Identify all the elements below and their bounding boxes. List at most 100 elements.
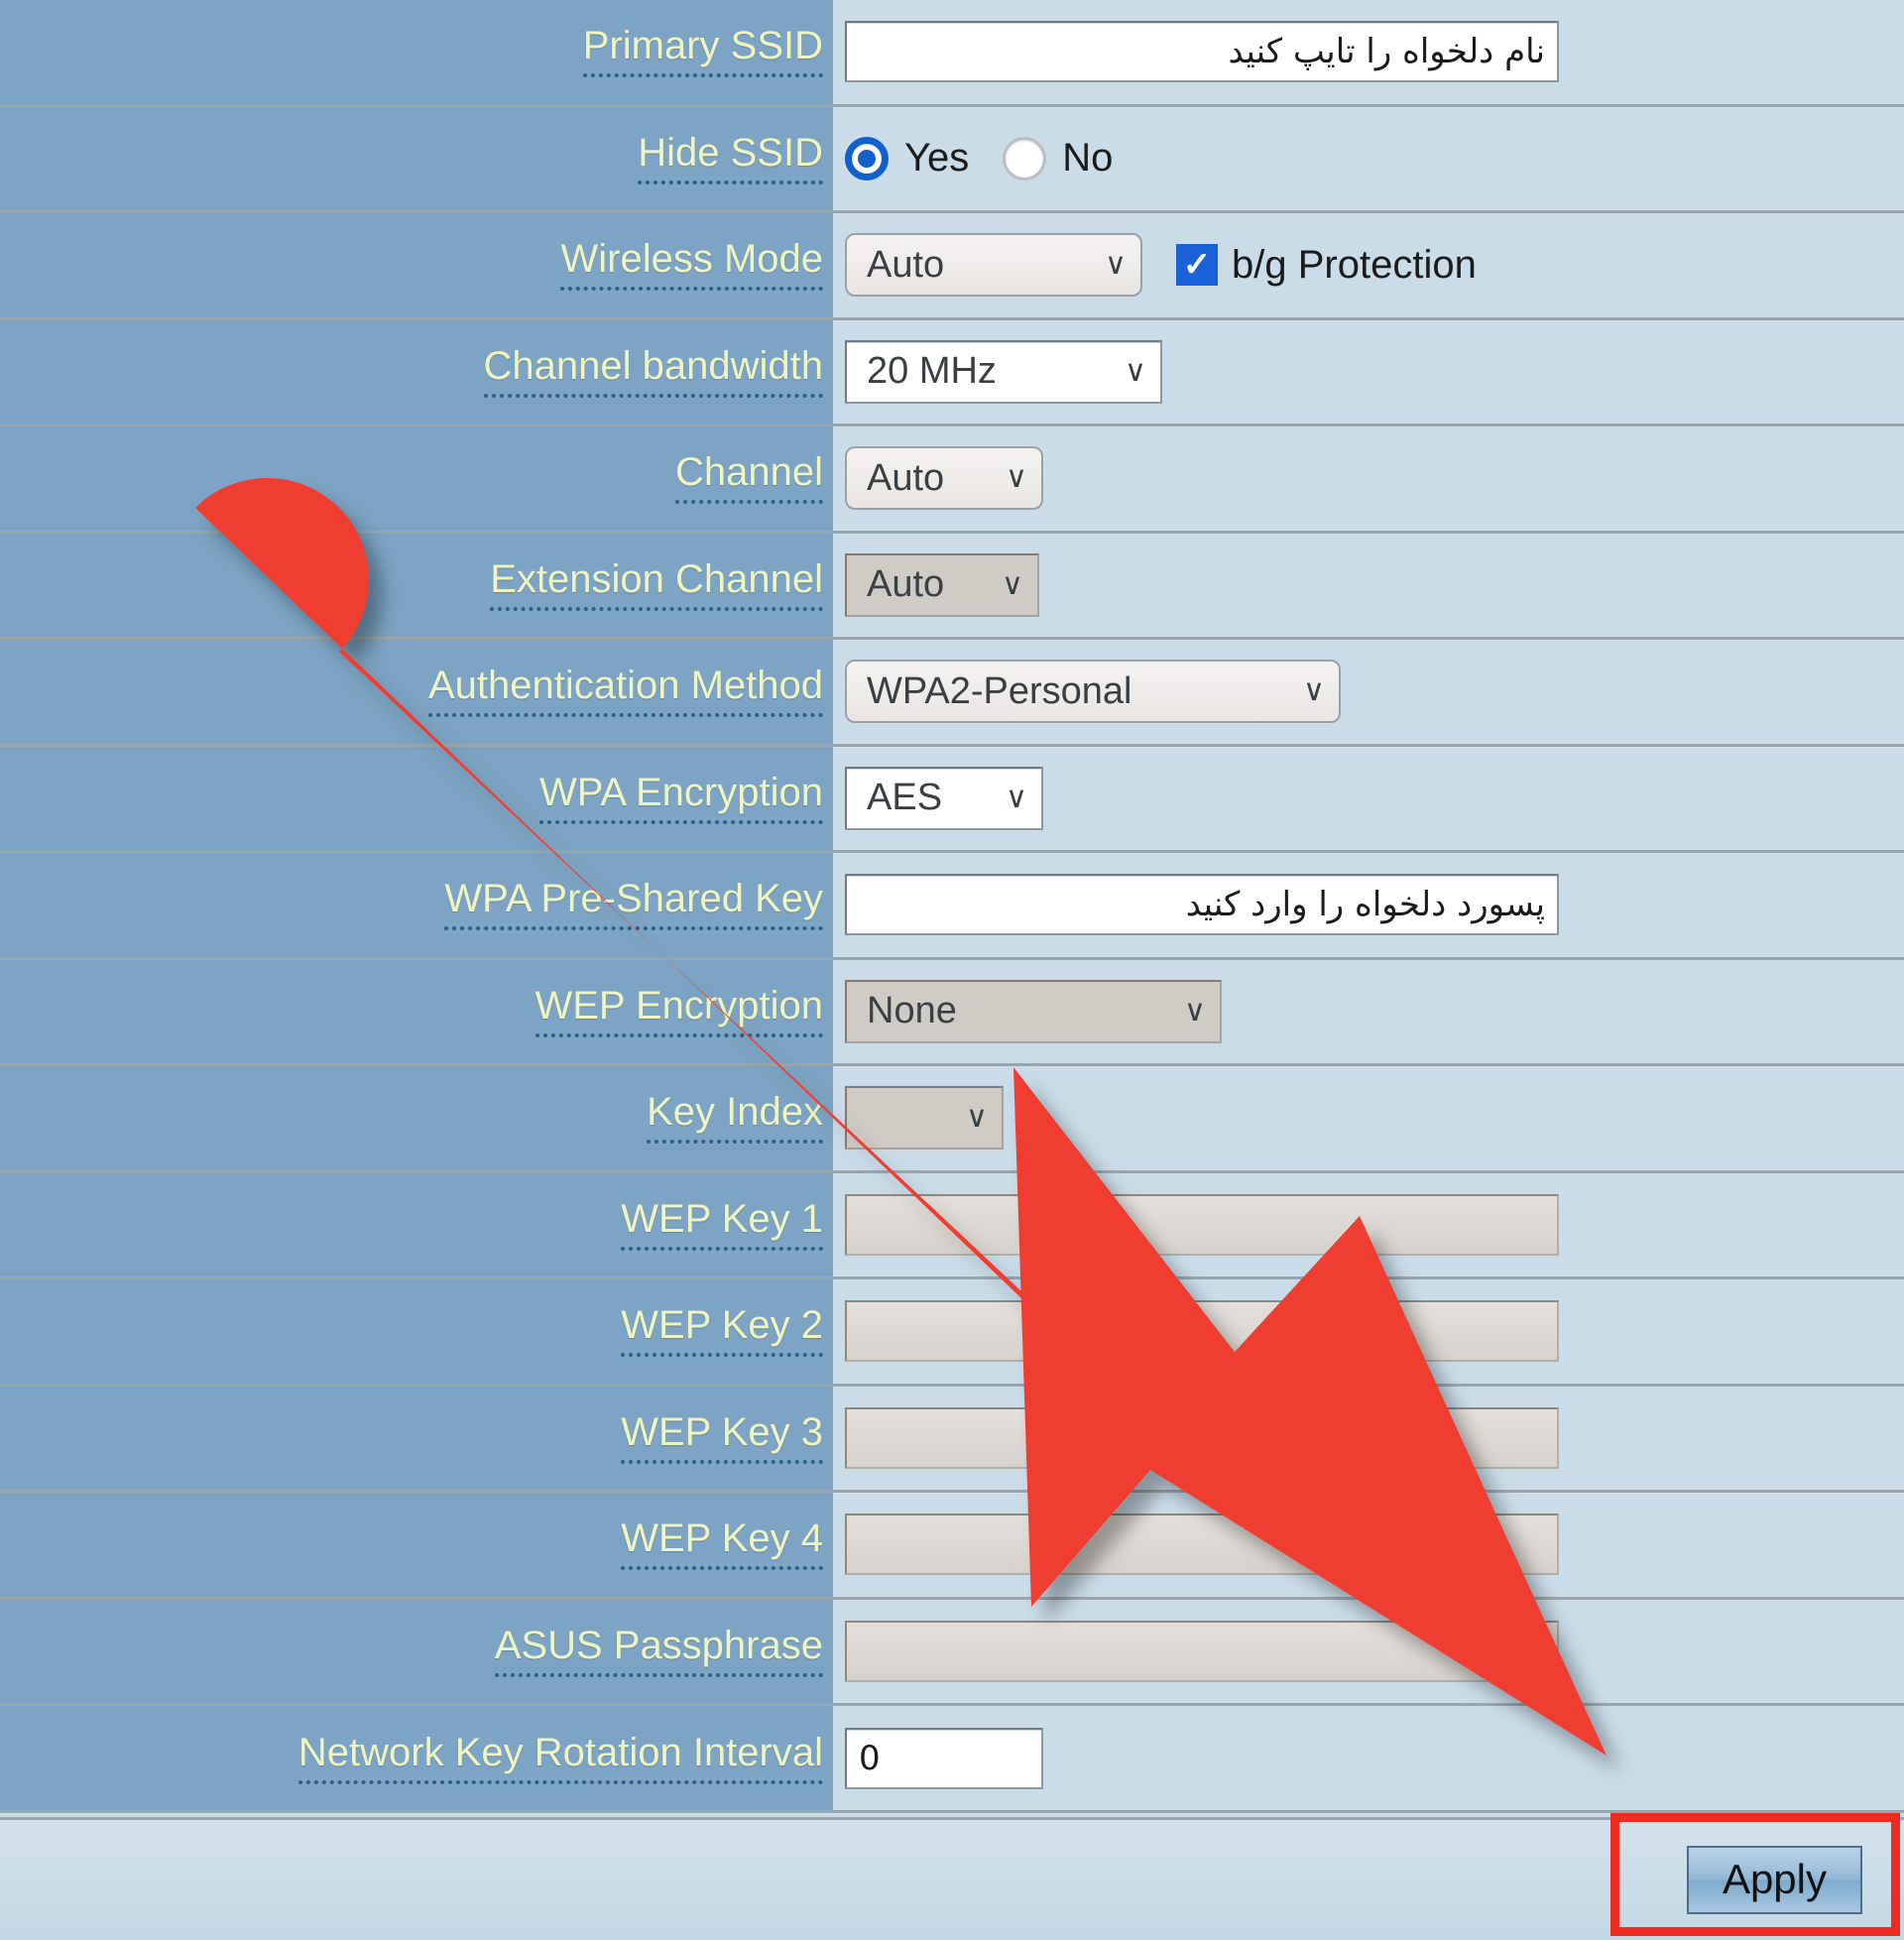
field-label: Key Index	[647, 1092, 823, 1145]
form-row: Wireless Mode Auto ∨ ✓ b/g Protection	[0, 213, 1904, 320]
chevron-down-icon: ∨	[1006, 461, 1027, 495]
form-row: WPA Pre-Shared Key پسورد دلخواه را وارد ک…	[0, 853, 1904, 960]
field-label: Hide SSID	[638, 133, 823, 184]
disabled-text-input	[845, 1514, 1559, 1576]
field-label: Primary SSID	[582, 26, 823, 78]
chevron-down-icon: ∨	[1002, 567, 1023, 601]
field-label: Wireless Mode	[560, 239, 823, 292]
checkbox-checked-icon[interactable]: ✓	[1176, 244, 1218, 287]
text-input[interactable]: پسورد دلخواه را وارد کنید	[845, 874, 1559, 936]
field-control-cell: WPA2-Personal ∨	[833, 640, 1904, 744]
field-label-cell: Network Key Rotation Interval	[0, 1706, 833, 1810]
router-settings-page: Primary SSID نام دلخواه را تایپ کنید Hide …	[0, 0, 1904, 1940]
dropdown-select: ∨	[845, 1086, 1004, 1151]
form-row: WEP Key 2	[0, 1279, 1904, 1387]
form-row: WEP Key 3	[0, 1386, 1904, 1494]
dropdown-value: Auto	[867, 563, 945, 606]
field-label: ASUS Passphrase	[494, 1626, 823, 1677]
disabled-text-input	[845, 1620, 1559, 1682]
dropdown-select[interactable]: Auto ∨	[845, 446, 1043, 511]
field-label: Channel	[674, 452, 823, 505]
dropdown-select[interactable]: 20 MHz ∨	[845, 339, 1162, 404]
field-label-cell: WPA Encryption	[0, 746, 833, 851]
field-label: Channel bandwidth	[483, 346, 823, 398]
text-input[interactable]: 0	[845, 1727, 1043, 1789]
form-row: Extension Channel Auto ∨	[0, 533, 1904, 641]
field-control-cell: Yes No	[833, 107, 1904, 211]
dropdown-select[interactable]: Auto ∨	[845, 233, 1142, 298]
dropdown-select[interactable]: WPA2-Personal ∨	[845, 660, 1341, 724]
field-label-cell: Channel bandwidth	[0, 319, 833, 424]
field-label: WEP Encryption	[535, 986, 823, 1037]
disabled-text-input	[845, 1193, 1559, 1256]
field-label-cell: WPA Pre-Shared Key	[0, 853, 833, 957]
field-control-cell: Auto ∨	[833, 426, 1904, 531]
dropdown-value: Auto	[867, 456, 945, 499]
checkbox-option[interactable]: ✓ b/g Protection	[1176, 243, 1477, 288]
footer-bar: Apply	[0, 1817, 1904, 1940]
field-control-cell	[833, 1279, 1904, 1384]
field-label: WEP Key 1	[621, 1199, 823, 1251]
field-label-cell: Key Index	[0, 1066, 833, 1170]
dropdown-value: Auto	[867, 243, 945, 286]
field-label-cell: Extension Channel	[0, 533, 833, 638]
dropdown-select: None ∨	[845, 979, 1222, 1043]
field-label-cell: Channel	[0, 426, 833, 531]
text-input[interactable]: نام دلخواه را تایپ کنید	[845, 21, 1559, 83]
form-row: WEP Key 4	[0, 1493, 1904, 1600]
field-control-cell: None ∨	[833, 960, 1904, 1064]
field-label: WEP Key 3	[621, 1412, 823, 1464]
field-control-cell	[833, 1600, 1904, 1704]
field-label-cell: WEP Key 3	[0, 1386, 833, 1491]
radio-unselected-icon[interactable]	[1003, 136, 1047, 181]
field-label-cell: Authentication Method	[0, 640, 833, 744]
form-row: Hide SSID Yes No	[0, 106, 1904, 214]
field-label-cell: WEP Key 4	[0, 1493, 833, 1597]
radio-selected-icon[interactable]	[845, 136, 889, 181]
field-control-cell: Auto ∨ ✓ b/g Protection	[833, 213, 1904, 317]
form-row: Channel Auto ∨	[0, 426, 1904, 534]
radio-label: Yes	[904, 136, 970, 181]
field-control-cell: ∨	[833, 1066, 1904, 1170]
dropdown-select: Auto ∨	[845, 552, 1039, 617]
field-label: Extension Channel	[490, 559, 823, 611]
form-row: WEP Key 1	[0, 1172, 1904, 1280]
form-row: Authentication Method WPA2-Personal ∨	[0, 640, 1904, 747]
dropdown-value: 20 MHz	[867, 350, 997, 393]
dropdown-select[interactable]: AES ∨	[845, 766, 1043, 830]
field-label: WPA Pre-Shared Key	[444, 879, 823, 931]
form-row: Primary SSID نام دلخواه را تایپ کنید	[0, 0, 1904, 107]
apply-button[interactable]: Apply	[1686, 1846, 1862, 1914]
form-row: ASUS Passphrase	[0, 1599, 1904, 1707]
field-control-cell	[833, 1493, 1904, 1597]
field-label-cell: Primary SSID	[0, 0, 833, 104]
field-control-cell	[833, 1387, 1904, 1491]
field-label: WPA Encryption	[538, 773, 823, 824]
form-row: WEP Encryption None ∨	[0, 959, 1904, 1067]
wireless-settings-form: Primary SSID نام دلخواه را تایپ کنید Hide …	[0, 0, 1904, 1813]
dropdown-value: AES	[867, 777, 943, 819]
disabled-text-input	[845, 1300, 1559, 1363]
chevron-down-icon: ∨	[1125, 354, 1146, 388]
field-control-cell: Auto ∨	[833, 534, 1904, 638]
field-control-cell: نام دلخواه را تایپ کنید	[833, 0, 1904, 104]
field-label: WEP Key 4	[621, 1518, 823, 1571]
field-control-cell	[833, 1173, 1904, 1277]
chevron-down-icon: ∨	[1105, 248, 1127, 282]
checkbox-label: b/g Protection	[1232, 242, 1477, 287]
field-control-cell: 0	[833, 1706, 1904, 1810]
form-row: WPA Encryption AES ∨	[0, 746, 1904, 854]
field-label: WEP Key 2	[621, 1305, 823, 1358]
radio-label: No	[1062, 136, 1114, 181]
radio-option[interactable]: Yes	[845, 136, 969, 181]
field-label-cell: WEP Key 1	[0, 1172, 833, 1277]
chevron-down-icon: ∨	[966, 1101, 988, 1135]
disabled-text-input	[845, 1406, 1559, 1469]
field-label-cell: Wireless Mode	[0, 213, 833, 317]
field-control-cell: 20 MHz ∨	[833, 320, 1904, 424]
chevron-down-icon: ∨	[1006, 781, 1027, 814]
field-label: Authentication Method	[427, 666, 823, 718]
chevron-down-icon: ∨	[1184, 994, 1206, 1028]
field-label-cell: WEP Encryption	[0, 959, 833, 1064]
radio-option[interactable]: No	[1003, 136, 1113, 181]
